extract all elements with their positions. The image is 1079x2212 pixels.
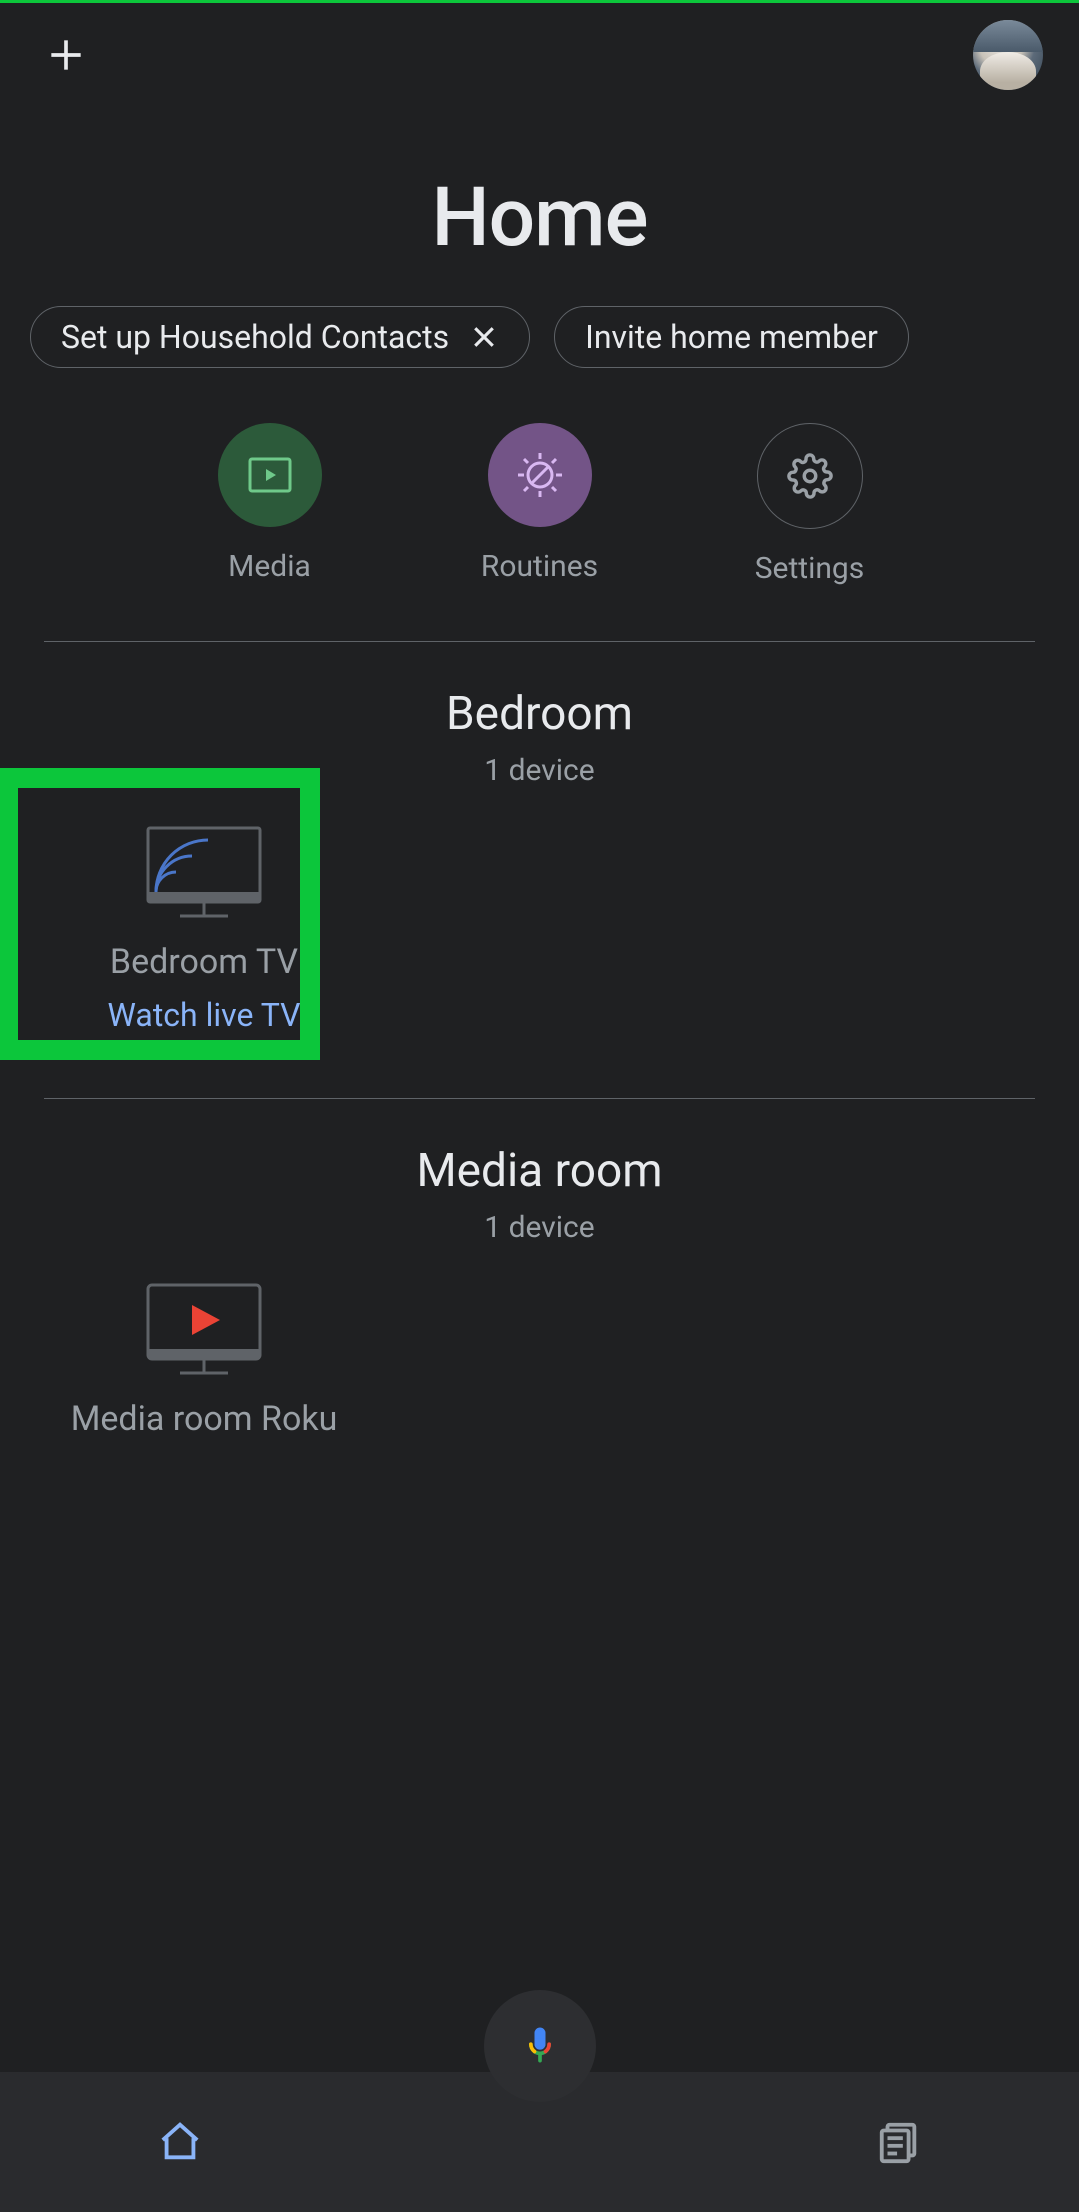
plus-icon	[44, 33, 88, 77]
room-title: Media room	[0, 1144, 1079, 1198]
add-button[interactable]	[36, 25, 96, 85]
shortcut-settings-label: Settings	[755, 551, 865, 586]
microphone-icon	[518, 2024, 562, 2068]
shortcut-routines-circle	[488, 423, 592, 527]
chip-label: Set up Household Contacts	[61, 318, 449, 356]
home-icon	[157, 2119, 203, 2165]
device-name: Bedroom TV	[110, 942, 298, 982]
shortcut-routines[interactable]: Routines	[460, 423, 620, 586]
shortcut-row: Media Routines	[0, 423, 1079, 586]
shortcut-settings-circle	[757, 423, 863, 529]
divider	[44, 1098, 1035, 1099]
shortcut-settings[interactable]: Settings	[730, 423, 890, 586]
divider	[44, 641, 1035, 642]
chip-dismiss[interactable]	[469, 322, 499, 352]
routines-icon	[514, 449, 566, 501]
shortcut-media[interactable]: Media	[190, 423, 350, 586]
room-bedroom: Bedroom 1 device Bedroom TV Watch live T…	[0, 687, 1079, 1098]
room-subtitle: 1 device	[0, 753, 1079, 788]
page-title: Home	[0, 170, 1079, 266]
nav-home[interactable]	[140, 2102, 220, 2182]
gear-icon	[787, 453, 833, 499]
avatar[interactable]	[973, 20, 1043, 90]
device-media-room-roku[interactable]: Media room Roku	[44, 1275, 364, 1525]
shortcut-media-circle	[218, 423, 322, 527]
cast-tv-icon	[129, 818, 279, 928]
chip-invite-home-member[interactable]: Invite home member	[554, 306, 909, 368]
device-action-link[interactable]: Watch live TV	[108, 996, 301, 1034]
device-name: Media room Roku	[71, 1399, 338, 1439]
device-bedroom-tv[interactable]: Bedroom TV Watch live TV	[44, 818, 364, 1068]
nav-feed[interactable]	[859, 2102, 939, 2182]
tv-play-icon	[129, 1275, 279, 1385]
media-play-icon	[246, 455, 294, 495]
room-subtitle: 1 device	[0, 1210, 1079, 1245]
room-media-room: Media room 1 device Media room Roku	[0, 1144, 1079, 1555]
voice-assistant-button[interactable]	[484, 1990, 596, 2102]
chip-setup-household-contacts[interactable]: Set up Household Contacts	[30, 306, 530, 368]
status-bar-accent	[0, 0, 1079, 3]
suggestion-chips: Set up Household Contacts Invite home me…	[0, 306, 1079, 368]
feed-icon	[876, 2119, 922, 2165]
close-icon	[469, 322, 499, 352]
top-bar	[0, 0, 1079, 110]
shortcut-media-label: Media	[228, 549, 311, 584]
chip-label: Invite home member	[585, 318, 878, 356]
room-title: Bedroom	[0, 687, 1079, 741]
shortcut-routines-label: Routines	[481, 549, 598, 584]
